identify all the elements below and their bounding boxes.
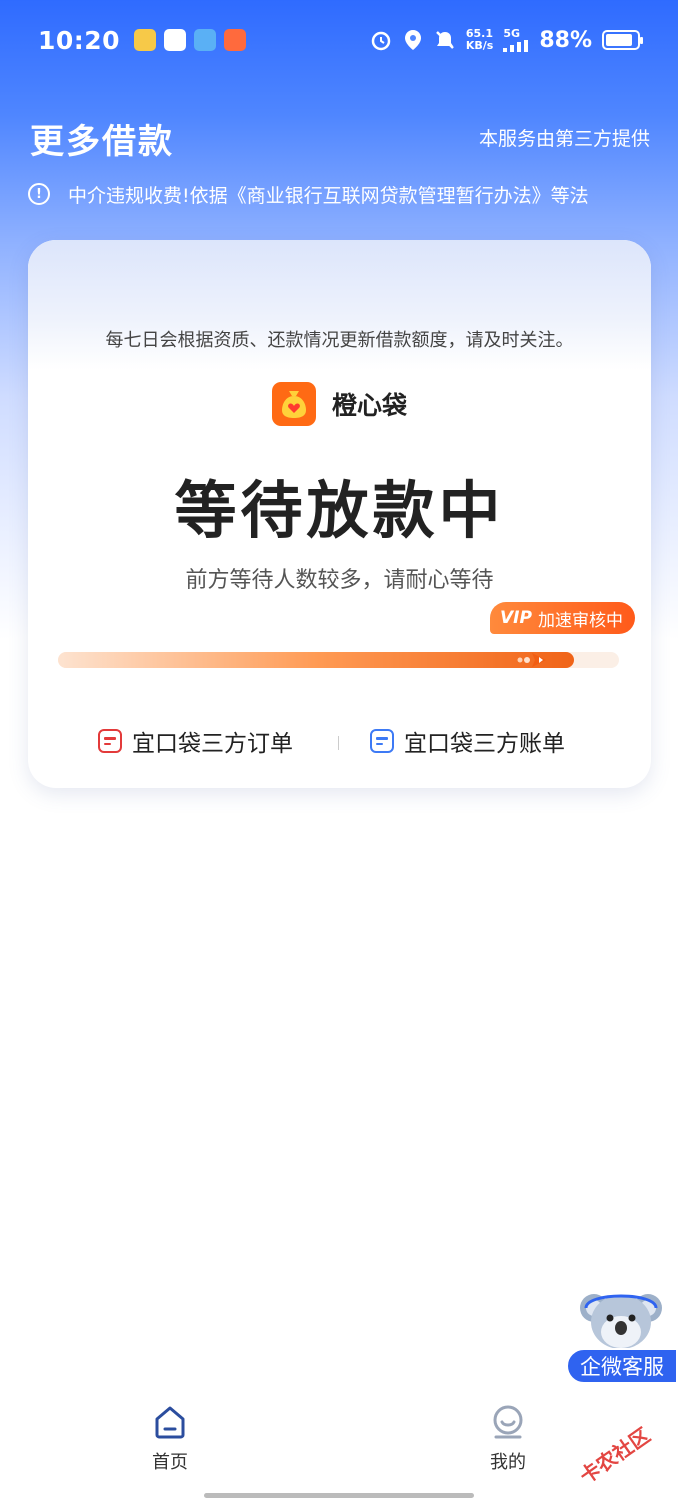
mute-icon [434,29,456,51]
nav-mine-label: 我的 [490,1452,526,1473]
lender-brand: 橙心袋 [28,382,651,426]
bill-list-icon [370,729,394,753]
nav-mine[interactable]: 我的 [468,1404,548,1474]
signal-icon: 5G [503,28,529,52]
loan-status-card: 每七日会根据资质、还款情况更新借款额度，请及时关注。 橙心袋 等待放款中 前方等… [28,240,651,788]
wait-note: 前方等待人数较多，请耐心等待 [185,568,494,593]
battery-icon [602,30,643,50]
lender-name: 橙心袋 [331,391,407,420]
home-icon [155,1406,185,1439]
order-list-icon [98,729,122,753]
review-progress-bar [58,652,619,668]
notice-text: 中介违规收费!依据《商业银行互联网贷款管理暂行办法》等法 [68,184,589,207]
app-notification-icon [194,29,217,51]
rocket-icon [517,653,546,667]
app-notification-icon [224,29,247,51]
nav-home[interactable]: 首页 [130,1404,210,1474]
third-party-orders-label: 宜口袋三方订单 [132,731,293,757]
limit-update-note: 每七日会根据资质、还款情况更新借款额度，请及时关注。 [105,330,574,351]
link-divider [338,736,339,750]
third-party-bills-link[interactable]: 宜口袋三方账单 [370,724,565,758]
vip-badge-text: 加速审核中 [537,610,623,631]
status-bar: 10:20 65.1 KB/s 5G 88% [0,0,678,80]
vip-tag: VIP [500,608,532,628]
signal-label: 5G [503,27,521,40]
profile-icon [493,1405,523,1439]
battery-percent: 88% [539,27,592,53]
loan-status-title: 等待放款中 [174,474,505,547]
location-icon [402,29,424,51]
provider-note: 本服务由第三方提供 [478,128,650,150]
home-indicator[interactable] [204,1493,474,1498]
bottom-navigation: 首页 我的 [0,1390,678,1500]
net-speed-unit: KB/s [465,39,494,52]
notification-icons [134,29,247,51]
customer-service-button[interactable]: 企微客服 [566,1348,678,1384]
vip-accelerate-badge: VIP 加速审核中 [490,602,635,634]
notice-bar[interactable]: ! 中介违规收费!依据《商业银行互联网贷款管理暂行办法》等法 [28,178,652,210]
nav-home-label: 首页 [152,1452,188,1473]
third-party-bills-label: 宜口袋三方账单 [404,731,565,757]
system-status: 65.1 KB/s 5G 88% [370,27,643,53]
koala-mascot-icon[interactable] [578,1286,664,1356]
status-time: 10:20 [38,25,121,55]
third-party-orders-link[interactable]: 宜口袋三方订单 [98,724,293,758]
page-title: 更多借款 [30,122,174,162]
app-notification-icon [134,29,157,51]
info-icon: ! [28,183,50,205]
app-notification-icon [164,29,187,51]
progress-fill [58,652,574,668]
money-bag-icon [271,382,316,426]
alarm-icon [370,29,392,51]
network-speed: 65.1 KB/s [466,28,493,52]
